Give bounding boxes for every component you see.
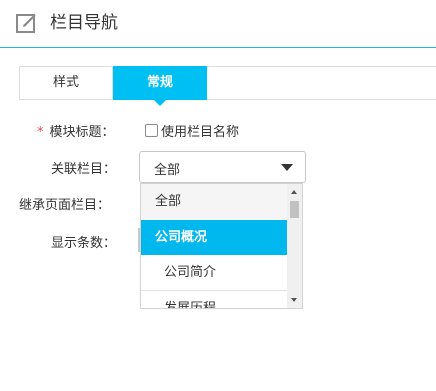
linked-column-label: 关联栏目：	[51, 162, 117, 177]
page-title: 栏目导航	[50, 13, 118, 33]
required-mark: *	[37, 125, 44, 140]
chevron-down-icon	[281, 164, 293, 171]
use-column-name-label[interactable]: 使用栏目名称	[161, 121, 239, 140]
edit-icon	[16, 14, 36, 33]
scroll-thumb[interactable]	[290, 201, 299, 218]
inherit-page-column-label: 继承页面栏目：	[19, 198, 111, 213]
linked-column-select[interactable]: 全部	[139, 151, 306, 183]
scroll-down-arrow-icon[interactable]	[291, 298, 297, 302]
tab-general[interactable]: 常规	[113, 66, 207, 106]
option-all[interactable]: 全部	[141, 184, 288, 219]
tab-bar: 样式 常规	[19, 66, 436, 106]
panel-header: 栏目导航	[0, 0, 436, 48]
use-column-name-checkbox[interactable]	[145, 124, 158, 137]
linked-column-dropdown[interactable]: 全部 公司概况 公司简介 发展历程	[140, 183, 303, 309]
scroll-up-arrow-icon[interactable]	[291, 190, 297, 194]
active-tab-caret-icon	[154, 100, 166, 106]
tab-style[interactable]: 样式	[20, 67, 113, 99]
tab-general-label: 常规	[146, 75, 173, 90]
option-company-overview[interactable]: 公司概况	[141, 220, 288, 255]
module-title-label-text: 模块标题：	[49, 125, 115, 140]
dropdown-scrollbar[interactable]	[287, 184, 302, 308]
linked-column-selected-value: 全部	[154, 163, 181, 178]
display-count-label: 显示条数：	[51, 236, 117, 251]
option-development-history[interactable]: 发展历程	[141, 291, 288, 308]
option-company-intro[interactable]: 公司简介	[141, 255, 288, 291]
module-title-label: * 模块标题：	[37, 121, 115, 140]
